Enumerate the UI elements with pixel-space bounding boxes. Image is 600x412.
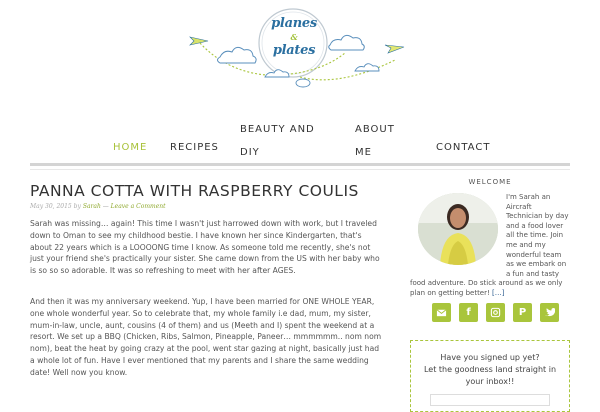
- nav-contact[interactable]: CONTACT: [436, 136, 490, 159]
- signup-line: your inbox!!: [465, 377, 515, 386]
- signup-line: Let the goodness land straight in: [423, 365, 557, 374]
- post-meta-separator: —: [102, 203, 109, 210]
- facebook-icon: f: [466, 307, 471, 318]
- nav-beauty-line1: BEAUTY AND: [240, 124, 315, 135]
- nav-home[interactable]: HOME: [113, 136, 147, 159]
- post-paragraph: Sarah was missing… again! This time I wa…: [30, 219, 380, 276]
- site-logo[interactable]: planes & plates: [180, 5, 420, 100]
- twitter-icon: [544, 308, 555, 317]
- facebook-social-button[interactable]: f: [459, 303, 478, 322]
- leave-comment-link[interactable]: Leave a Comment: [111, 203, 166, 210]
- post-author-link[interactable]: Sarah: [83, 203, 101, 210]
- post-date: May 30, 2015: [30, 203, 72, 210]
- post-by: by: [73, 203, 81, 210]
- email-social-button[interactable]: [432, 303, 451, 322]
- nav-about-line2: ME: [355, 147, 372, 158]
- logo-ampersand: &: [290, 32, 298, 42]
- nav-about-line1: ABOUT: [355, 124, 395, 135]
- nav-about-me[interactable]: ABOUT ME: [355, 118, 395, 164]
- logo-word-plates: plates: [272, 43, 316, 58]
- email-icon: [436, 309, 447, 317]
- instagram-social-button[interactable]: [486, 303, 505, 322]
- pinterest-icon: P: [518, 307, 527, 318]
- sidebar-welcome-heading: WELCOME: [468, 178, 512, 186]
- instagram-icon: [490, 307, 501, 318]
- twitter-social-button[interactable]: [540, 303, 559, 322]
- post-paragraph: And then it was my anniversary weekend. …: [30, 297, 382, 377]
- nav-divider-thin: [30, 169, 570, 170]
- nav-divider: [30, 163, 570, 166]
- logo-word-planes: planes: [271, 16, 317, 31]
- nav-beauty-and-diy[interactable]: BEAUTY AND DIY: [240, 118, 315, 164]
- nav-recipes[interactable]: RECIPES: [170, 136, 219, 159]
- newsletter-email-input[interactable]: [430, 394, 550, 406]
- logo-wordmark: planes & plates: [269, 17, 319, 57]
- author-photo: [418, 193, 498, 265]
- signup-question: Have you signed up yet?: [440, 353, 540, 362]
- author-photo-illustration: [418, 193, 498, 265]
- pinterest-social-button[interactable]: P: [513, 303, 532, 322]
- read-more-link[interactable]: […]: [492, 289, 504, 297]
- post-meta: May 30, 2015 by Sarah — Leave a Comment: [30, 203, 166, 210]
- nav-beauty-line2: DIY: [240, 147, 260, 158]
- post-title[interactable]: PANNA COTTA WITH RASPBERRY COULIS: [30, 182, 359, 200]
